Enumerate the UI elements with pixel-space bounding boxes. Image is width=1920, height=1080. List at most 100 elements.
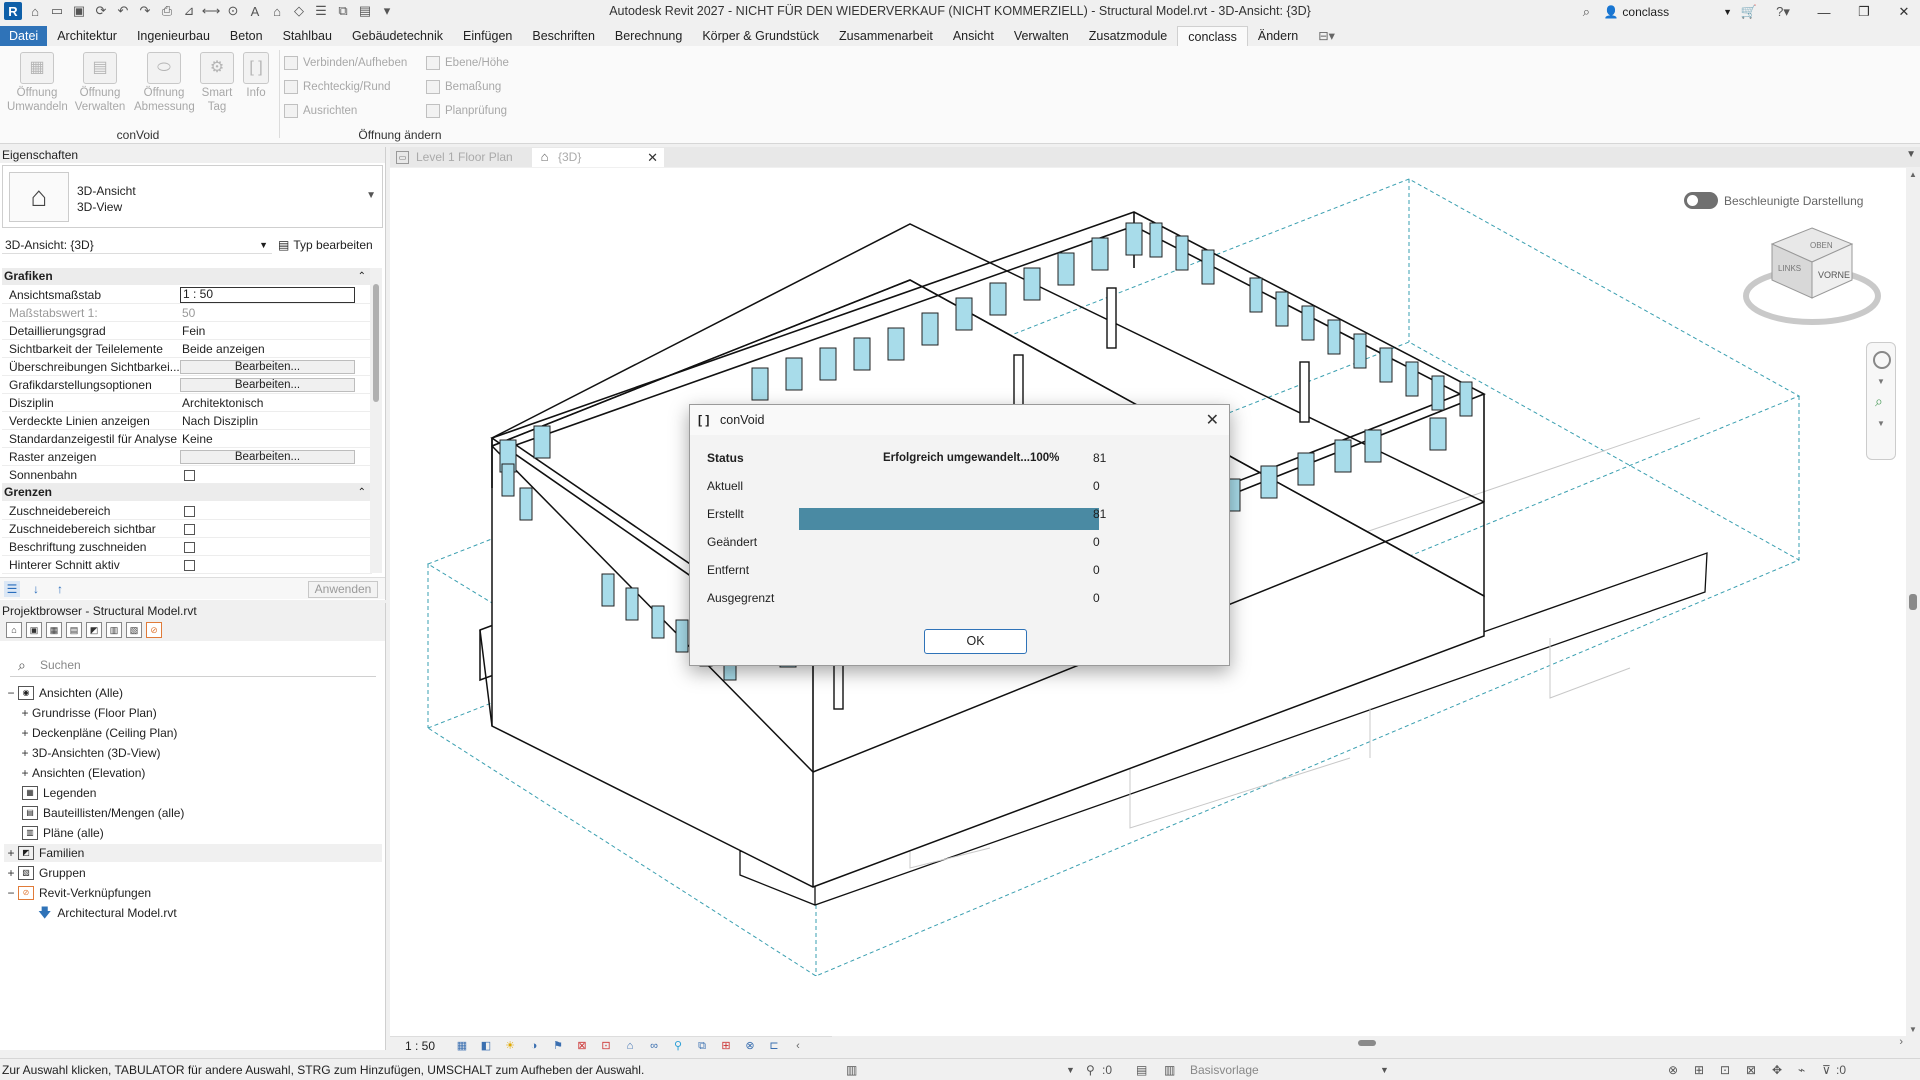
tree-node-elevations[interactable]: + Ansichten (Elevation) [18,764,145,782]
tree-expander[interactable]: + [18,764,32,782]
tree-expander[interactable]: + [18,744,32,762]
edit-graphic-options-button[interactable]: Bearbeiten... [180,378,355,392]
edit-type-button[interactable]: ▤ Typ bearbeiten [278,236,373,254]
chevron-down-icon[interactable]: ▼ [1066,1059,1075,1080]
redo-icon[interactable]: ↷ [136,2,154,20]
temporary-properties-icon[interactable]: ⧉ [690,1038,714,1054]
constraints-icon[interactable]: ⊏ [762,1038,786,1054]
tab-berechnung[interactable]: Berechnung [605,26,692,46]
chevron-down-icon[interactable]: ▼ [1380,1059,1389,1080]
tree-expander[interactable]: + [18,724,32,742]
tree-node-legends[interactable]: ▦ Legenden [8,784,96,802]
worksharing-icon[interactable]: ⊞ [714,1038,738,1054]
section-grenzen[interactable]: Grenzen ⌃ [2,484,372,501]
prop-value[interactable]: Keine [182,430,355,448]
drag-elements-icon[interactable]: ✥ [1772,1059,1782,1080]
group-icon[interactable]: ▧ [126,622,142,638]
ribbon-minimize-icon[interactable]: ⊟▾ [1308,26,1345,46]
tab-aendern[interactable]: Ändern [1248,26,1308,46]
visual-style-icon[interactable]: ◧ [474,1038,498,1054]
viewcube[interactable]: OBEN LINKS VORNE [1742,216,1882,326]
viewport-vertical-scrollbar[interactable]: ▲ ▼ [1906,168,1920,1036]
instance-filter-dropdown[interactable]: 3D-Ansicht: {3D} ▼ [2,236,272,254]
customize-qat-icon[interactable]: ▾ [378,2,396,20]
revit-logo[interactable]: R [4,2,22,20]
home-icon[interactable]: ⌂ [6,622,22,638]
home-icon[interactable]: ⌂ [26,2,44,20]
temporary-hide-icon[interactable]: ∞ [642,1038,666,1054]
tab-conclass[interactable]: conclass [1177,26,1248,46]
tree-expander[interactable]: + [4,864,18,882]
accelerated-graphics-toggle[interactable]: Beschleunigte Darstellung [1684,192,1863,209]
show-crop-icon[interactable]: ⊡ [594,1038,618,1054]
oeffnung-abmessung-button[interactable]: ⬭ Öffnung Abmessung [134,52,195,114]
cart-icon[interactable]: 🛒 [1740,3,1758,21]
design-options-icon[interactable]: ⚲ [1086,1059,1095,1080]
edit-grid-button[interactable]: Bearbeiten... [180,450,355,464]
oeffnung-verwalten-button[interactable]: ▤ Öffnung Verwalten [70,52,130,114]
tree-node-3d-views[interactable]: +3D-Ansichten (3D-View) [18,744,160,762]
analytical-model-icon[interactable]: ⊗ [738,1038,762,1054]
background-process-icon[interactable]: ⌁ [1798,1059,1805,1080]
tree-expander[interactable]: + [18,704,32,722]
close-window-button[interactable]: ✕ [1888,0,1920,24]
scale-input[interactable]: 1 : 50 [180,287,355,303]
section-icon[interactable]: ◇ [290,2,308,20]
close-icon[interactable]: ✕ [647,148,658,167]
ok-button[interactable]: OK [924,629,1027,654]
tree-node-sheets[interactable]: ▥ Pläne (alle) [8,824,104,842]
tag-icon[interactable]: ⊙ [224,2,242,20]
sheet-icon[interactable]: ▥ [106,622,122,638]
open-icon[interactable]: ▭ [48,2,66,20]
tree-node-revit-links[interactable]: − ⊘ Revit-Verknüpfungen [4,884,151,902]
tab-zusammenarbeit[interactable]: Zusammenarbeit [829,26,943,46]
reveal-hidden-icon[interactable]: ⚲ [666,1038,690,1054]
crop-view-checkbox[interactable] [184,506,195,517]
close-icon[interactable]: ✕ [1206,410,1219,430]
default-3d-view-icon[interactable]: ⌂ [268,2,286,20]
filter-icon[interactable]: ⊽ [1822,1059,1831,1080]
chevron-left-icon[interactable]: ‹ [786,1038,810,1054]
minimize-button[interactable]: — [1808,0,1840,24]
smart-tag-button[interactable]: ⚙ Smart Tag [188,52,246,114]
user-account[interactable]: 👤 conclass ▼ [1603,5,1732,19]
tab-ingenieurbau[interactable]: Ingenieurbau [127,26,220,46]
prop-value[interactable]: Nach Disziplin [182,412,355,430]
tab-zusatzmodule[interactable]: Zusatzmodule [1079,26,1178,46]
prop-value[interactable]: Fein [182,322,355,340]
type-selector[interactable]: ⌂ 3D-Ansicht 3D-View ▼ [2,165,383,228]
apply-button[interactable]: Anwenden [308,581,378,598]
select-links-icon[interactable]: ⊗ [1668,1059,1678,1080]
unlocked-3d-icon[interactable]: ⌂ [618,1038,642,1054]
view-scale[interactable]: 1 : 50 [390,1039,450,1053]
prop-value[interactable]: Architektonisch [182,394,355,412]
viewcube-front-label[interactable]: VORNE [1818,270,1850,280]
help-icon[interactable]: ?▾ [1766,3,1800,21]
tree-node-families[interactable]: + ◩ Familien [4,844,382,862]
tree-node-groups[interactable]: + ▧ Gruppen [4,864,86,882]
text-icon[interactable]: A [246,2,264,20]
section-grafiken[interactable]: Grafiken ⌃ [2,268,372,285]
oeffnung-umwandeln-button[interactable]: ▦ Öffnung Umwandeln [7,52,68,114]
print-icon[interactable]: ⎙ [158,2,176,20]
tab-stahlbau[interactable]: Stahlbau [273,26,342,46]
info-button[interactable]: [ ] Info [240,52,272,100]
tab-koerper-grundstueck[interactable]: Körper & Grundstück [692,26,829,46]
sync-icon[interactable]: ⟳ [92,2,110,20]
annotation-crop-checkbox[interactable] [184,542,195,553]
chevron-up-icon[interactable]: ▲ [1909,170,1917,179]
tab-beton[interactable]: Beton [220,26,273,46]
tab-verwalten[interactable]: Verwalten [1004,26,1079,46]
steering-wheel-icon[interactable] [1873,351,1891,369]
sort-asc-icon[interactable]: ↓ [28,581,44,597]
tree-expander[interactable]: − [4,684,18,702]
doc-tab-level-1-floor-plan[interactable]: ▭ Level 1 Floor Plan [390,148,532,167]
close-hidden-windows-icon[interactable]: ⧉ [334,2,352,20]
tab-beschriften[interactable]: Beschriften [522,26,605,46]
scroll-thumb[interactable] [1909,594,1917,610]
families-icon[interactable]: ◩ [86,622,102,638]
viewcube-left-label[interactable]: LINKS [1778,264,1801,273]
save-icon[interactable]: ▣ [70,2,88,20]
sun-path-icon[interactable]: ☀ [498,1038,522,1054]
sun-path-checkbox[interactable] [184,470,195,481]
